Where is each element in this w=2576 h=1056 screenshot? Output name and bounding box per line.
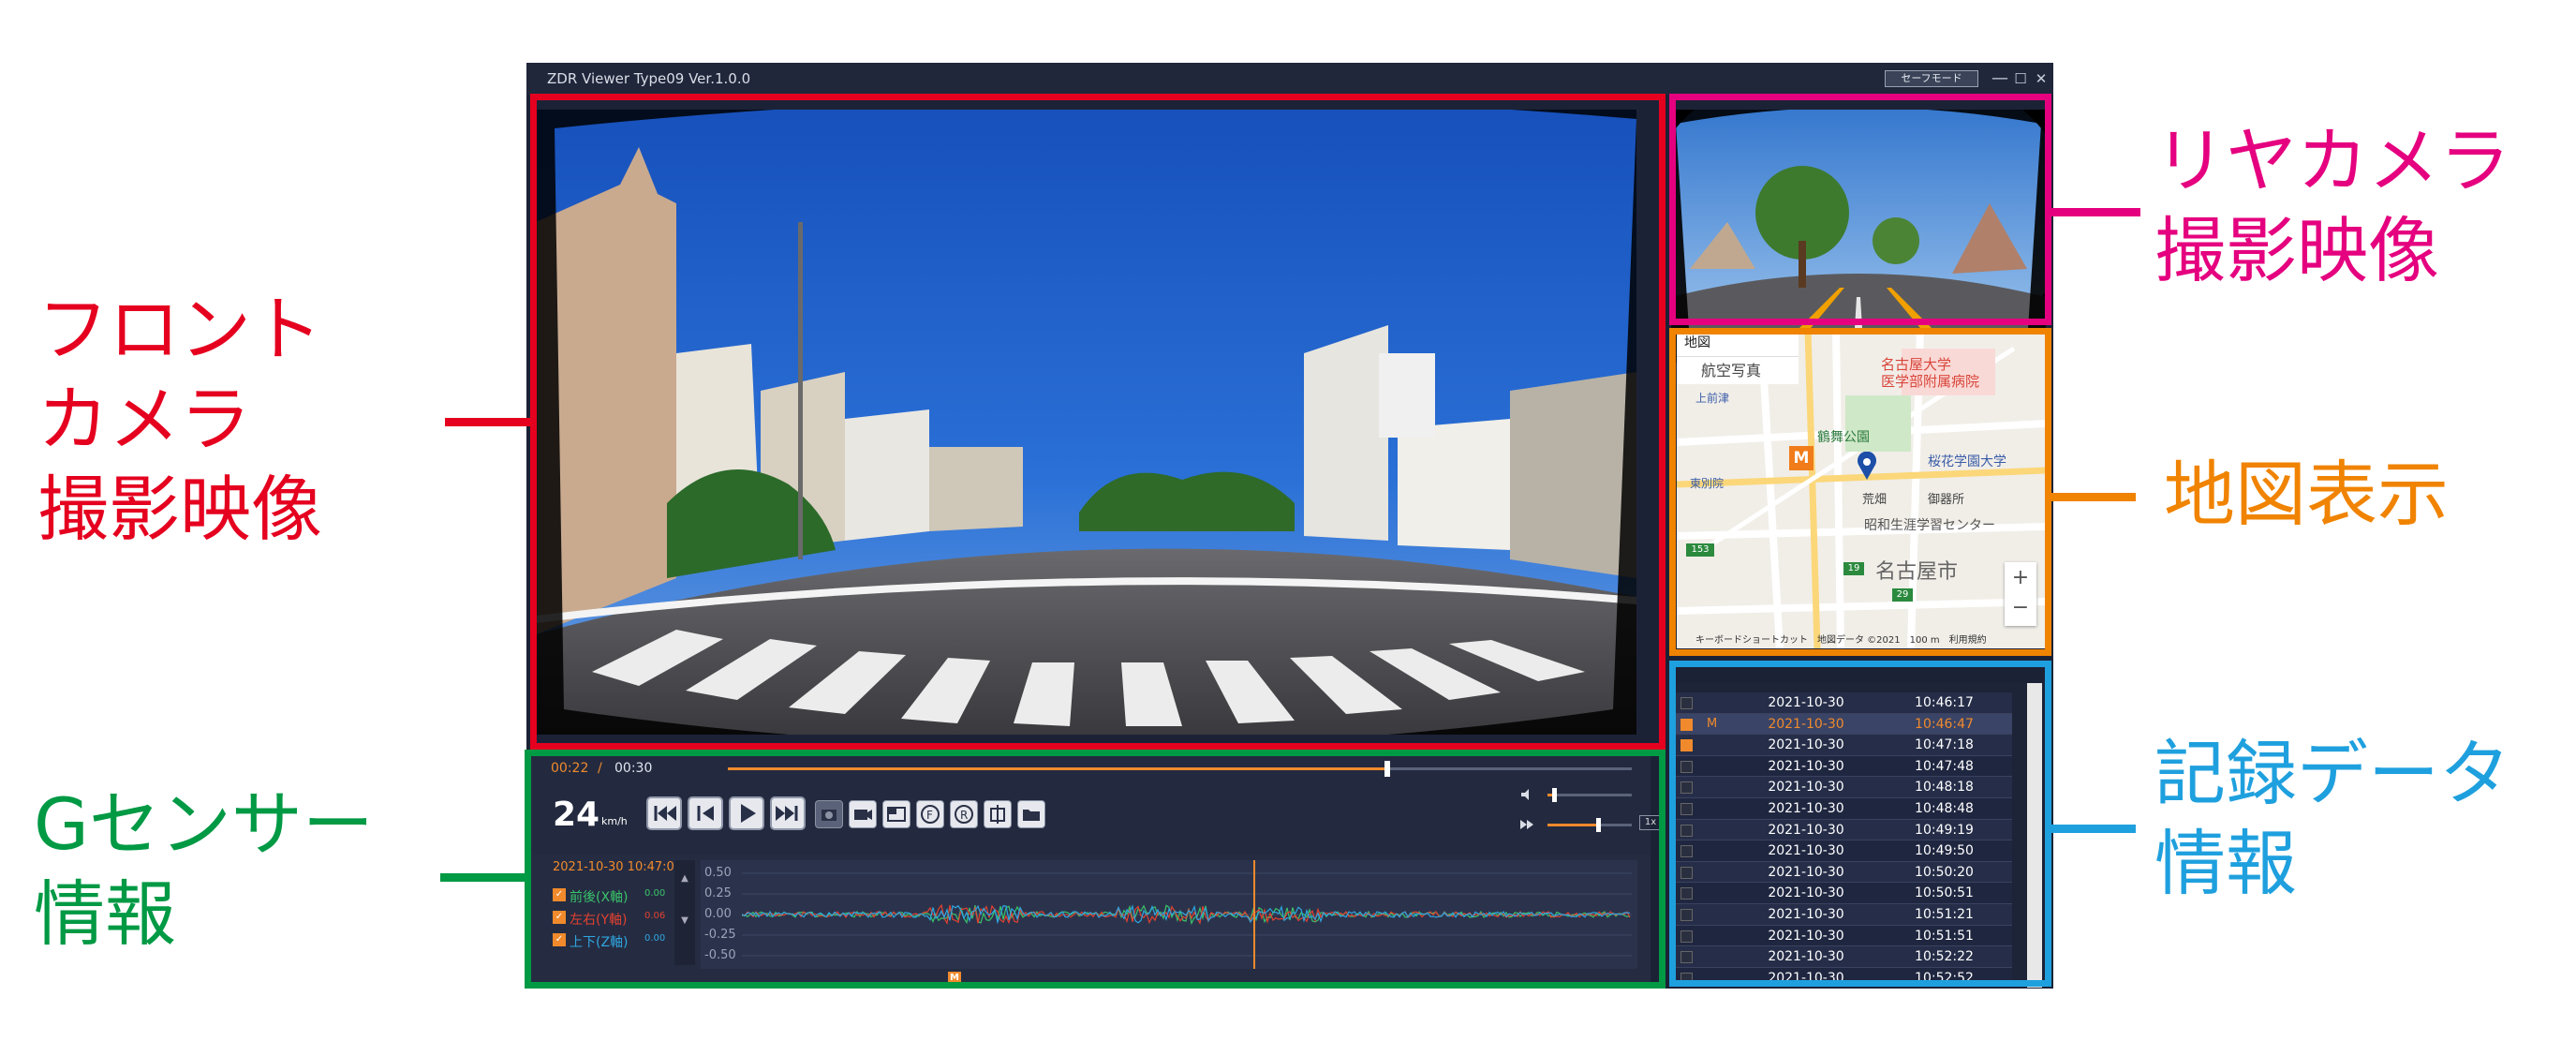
map-lead-line [2051, 493, 2136, 501]
safe-mode-button[interactable]: セーフモード [1885, 70, 1978, 87]
front-lead-line [445, 418, 531, 426]
map-highlight [1669, 328, 2051, 656]
rear-lead-line [2051, 208, 2140, 216]
gsensor-label: Gセンサー 情報 [34, 782, 374, 956]
maximize-icon[interactable]: ☐ [2010, 63, 2031, 95]
rear-camera-highlight [1669, 94, 2051, 325]
window-title: ZDR Viewer Type09 Ver.1.0.0 [547, 70, 751, 87]
records-highlight [1669, 661, 2051, 987]
front-camera-highlight [530, 94, 1666, 750]
rear-camera-label: リヤカメラ 撮影映像 [2154, 119, 2510, 292]
front-camera-label: フロント カメラ 撮影映像 [37, 288, 322, 551]
title-bar: ZDR Viewer Type09 Ver.1.0.0 セーフモード — ☐ ✕ [526, 63, 2053, 95]
map-label: 地図表示 [2164, 453, 2449, 536]
records-label: 記録データ 情報 [2154, 732, 2510, 905]
minimize-icon[interactable]: — [1990, 63, 2010, 95]
gsensor-lead-line [440, 873, 526, 882]
records-lead-line [2051, 825, 2136, 833]
close-icon[interactable]: ✕ [2031, 63, 2051, 95]
gsensor-highlight [525, 750, 1666, 989]
